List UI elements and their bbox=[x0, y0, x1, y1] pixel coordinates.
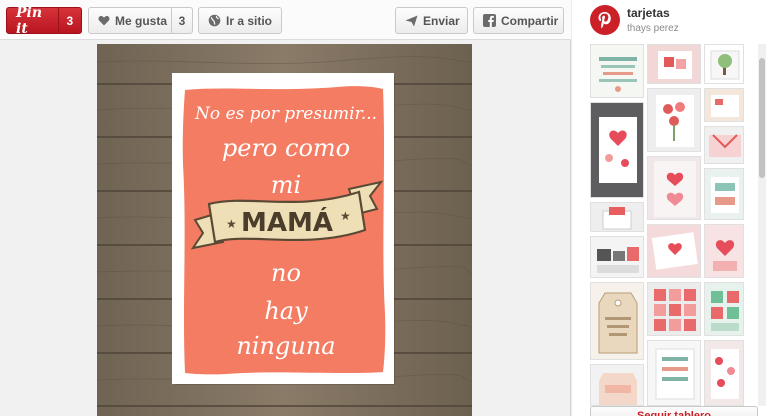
svg-text:★: ★ bbox=[340, 209, 351, 223]
facebook-icon bbox=[483, 14, 496, 27]
send-label: Enviar bbox=[423, 13, 460, 28]
pin-toolbar: Pin it 3 Me gusta 3 Ir a sitio Enviar Co… bbox=[0, 0, 571, 40]
follow-board-button[interactable]: Seguir tablero bbox=[590, 406, 758, 416]
send-button[interactable]: Enviar bbox=[395, 7, 468, 34]
thumbnail-image[interactable] bbox=[590, 282, 644, 360]
svg-text:hay: hay bbox=[264, 297, 308, 325]
pin-it-button[interactable]: Pin it 3 bbox=[6, 4, 82, 37]
like-label-group: Me gusta bbox=[89, 8, 171, 33]
thumbnail-image[interactable] bbox=[647, 224, 701, 278]
svg-text:★: ★ bbox=[226, 217, 237, 231]
thumbnail-image[interactable] bbox=[590, 236, 644, 278]
svg-text:mi: mi bbox=[271, 171, 301, 199]
svg-text:MAMÁ: MAMÁ bbox=[241, 206, 333, 238]
thumbnail-image[interactable] bbox=[647, 44, 701, 84]
like-label: Me gusta bbox=[115, 13, 168, 28]
thumbnail-image[interactable] bbox=[704, 44, 744, 84]
pin-it-count: 3 bbox=[57, 8, 81, 33]
thumbnail-image[interactable] bbox=[590, 102, 644, 198]
board-header[interactable]: tarjetas thays perez bbox=[572, 0, 768, 42]
board-owner[interactable]: thays perez bbox=[627, 23, 679, 34]
heart-icon bbox=[98, 15, 110, 26]
thumbnail-image[interactable] bbox=[704, 340, 744, 406]
thumbnail-image[interactable] bbox=[647, 282, 701, 336]
svg-text:pero como: pero como bbox=[222, 134, 350, 162]
board-title[interactable]: tarjetas bbox=[627, 6, 670, 20]
thumbnail-image[interactable] bbox=[647, 156, 701, 220]
pin-image[interactable]: No es por presumir... pero como mi no ha… bbox=[97, 44, 472, 416]
thumbnail-image[interactable] bbox=[647, 88, 701, 152]
like-count: 3 bbox=[171, 8, 192, 33]
send-icon bbox=[405, 15, 418, 27]
pin-viewer: Pin it 3 Me gusta 3 Ir a sitio Enviar Co… bbox=[0, 0, 768, 416]
thumbnail-image[interactable] bbox=[704, 282, 744, 336]
thumbnail-image[interactable] bbox=[704, 88, 744, 122]
pin-main-column: Pin it 3 Me gusta 3 Ir a sitio Enviar Co… bbox=[0, 0, 571, 416]
board-sidebar: tarjetas thays perez Seguir tablero bbox=[572, 0, 768, 416]
svg-text:No es por presumir...: No es por presumir... bbox=[194, 104, 377, 124]
thumbnail-image[interactable] bbox=[704, 224, 744, 278]
thumbnail-image[interactable] bbox=[647, 340, 701, 406]
thumbnails-scrollbar[interactable] bbox=[758, 44, 766, 406]
thumbnail-image[interactable] bbox=[590, 364, 644, 406]
pinterest-logo-icon bbox=[590, 5, 620, 35]
visit-site-label: Ir a sitio bbox=[226, 13, 273, 28]
board-thumbnails bbox=[590, 44, 758, 406]
thumbnail-image[interactable] bbox=[590, 202, 644, 232]
pin-image-artwork: No es por presumir... pero como mi no ha… bbox=[97, 44, 472, 416]
thumbnail-image[interactable] bbox=[704, 126, 744, 164]
share-button[interactable]: Compartir bbox=[473, 7, 564, 34]
visit-site-button[interactable]: Ir a sitio bbox=[198, 7, 282, 34]
like-button[interactable]: Me gusta 3 bbox=[88, 7, 193, 34]
thumbnail-image[interactable] bbox=[590, 44, 644, 98]
svg-text:no: no bbox=[271, 259, 301, 287]
svg-text:ninguna: ninguna bbox=[236, 332, 335, 360]
thumbnail-image[interactable] bbox=[704, 168, 744, 220]
globe-icon bbox=[208, 14, 221, 27]
share-label: Compartir bbox=[501, 13, 559, 28]
scrollbar-thumb[interactable] bbox=[759, 58, 765, 178]
pin-it-label: Pin it bbox=[16, 4, 43, 37]
